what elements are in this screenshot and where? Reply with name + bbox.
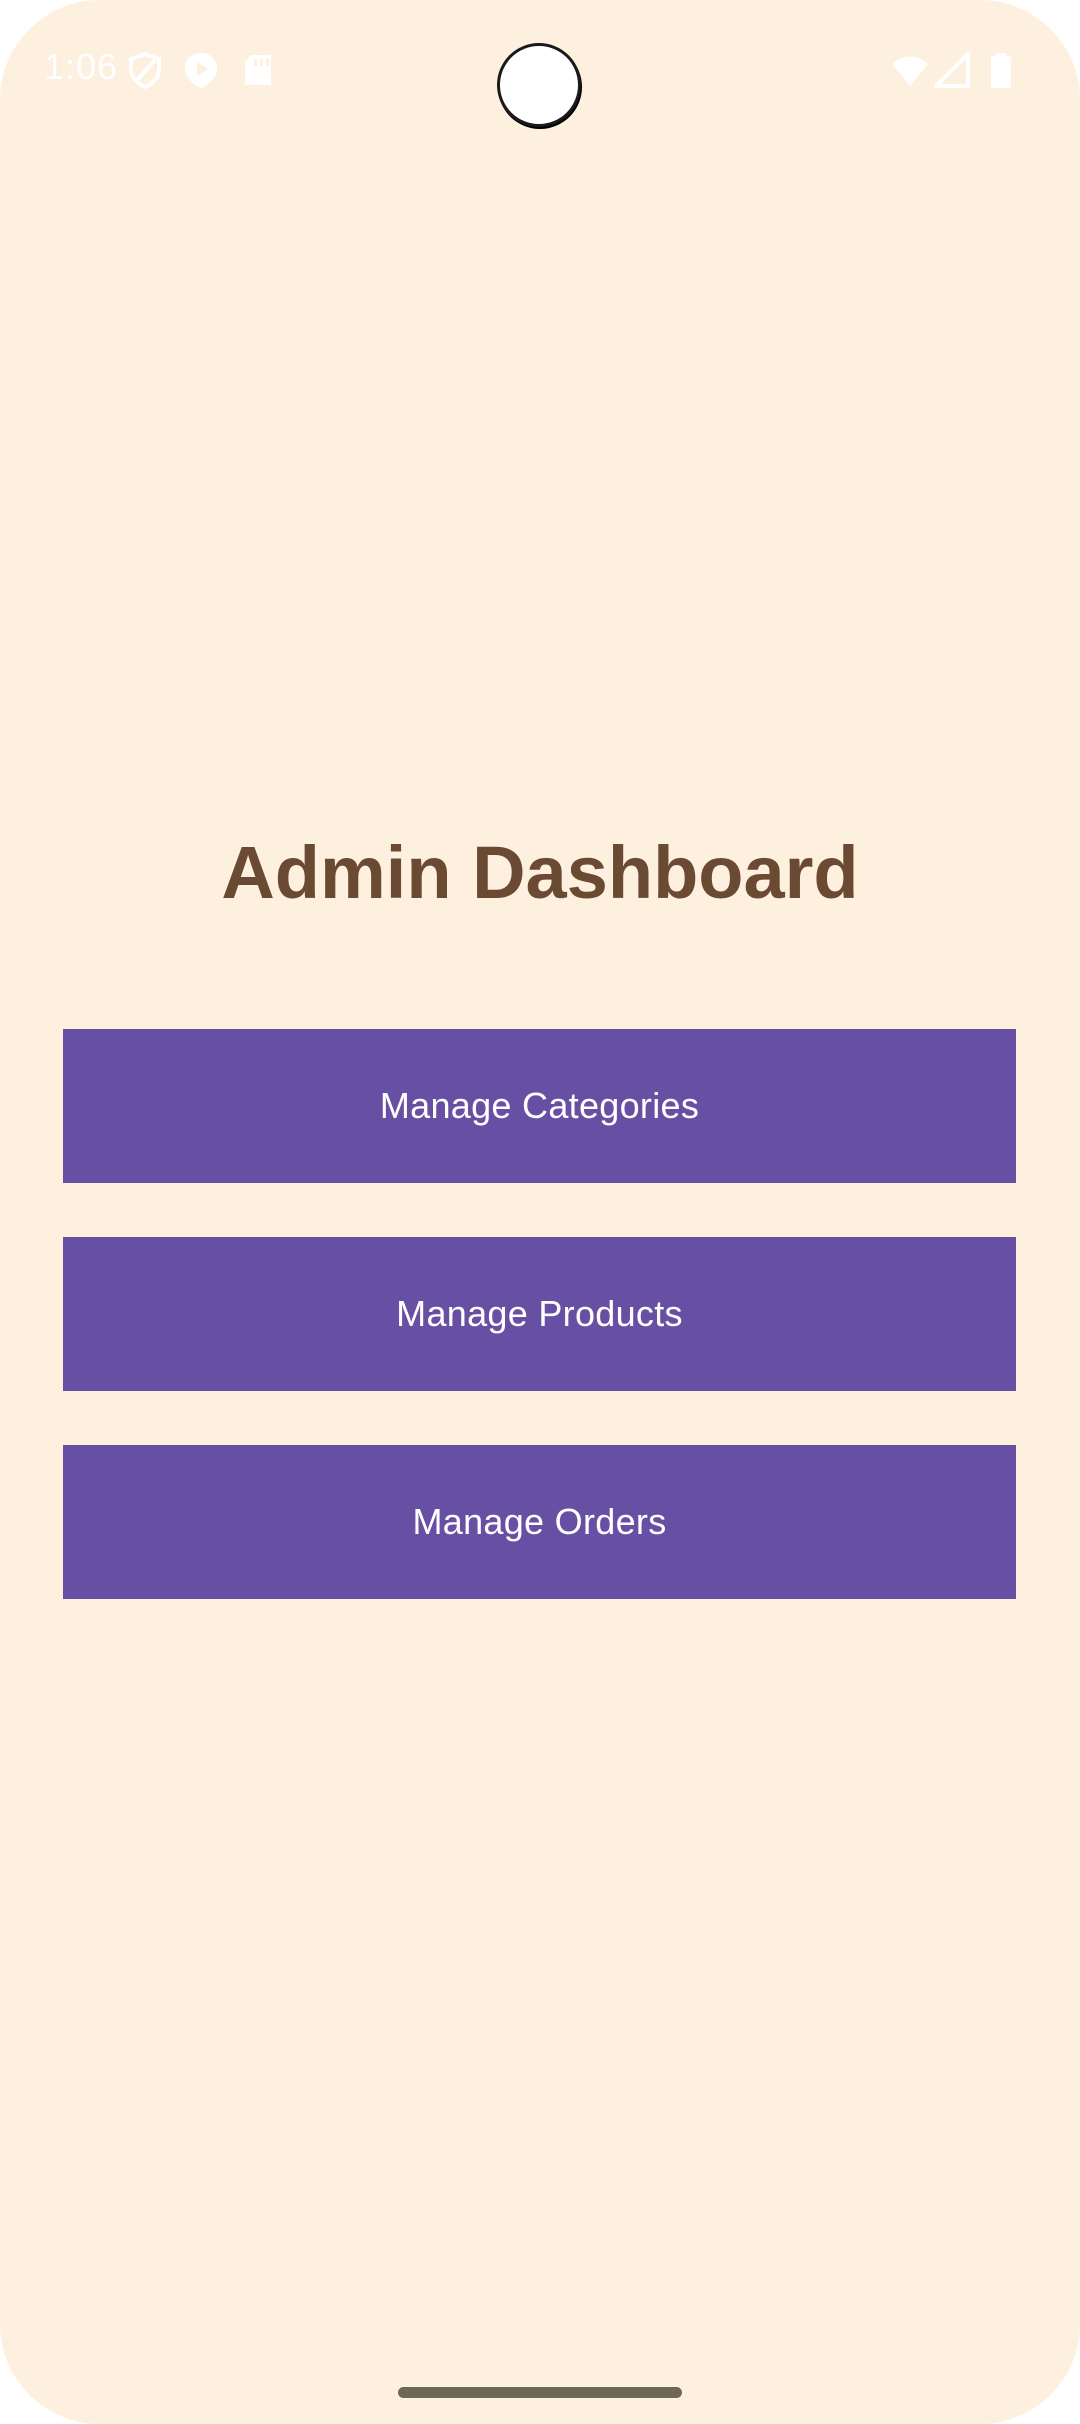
wifi-icon (890, 50, 930, 90)
manage-categories-button[interactable]: Manage Categories (63, 1029, 1016, 1183)
home-indicator[interactable] (398, 2387, 682, 2398)
manage-products-button[interactable]: Manage Products (63, 1237, 1016, 1391)
camera-cutout (497, 43, 581, 127)
status-bar: 1:06 (0, 0, 1080, 140)
manage-orders-button[interactable]: Manage Orders (63, 1445, 1016, 1599)
signal-icon (932, 50, 972, 90)
shield-icon (125, 50, 165, 90)
battery-icon (981, 50, 1021, 90)
page-title: Admin Dashboard (221, 831, 859, 914)
sd-card-icon (239, 50, 279, 90)
status-time: 1:06 (44, 46, 119, 87)
play-icon (181, 50, 221, 90)
app-screen: 1:06 Admin Dashboard Manage Categories M… (0, 0, 1080, 2424)
